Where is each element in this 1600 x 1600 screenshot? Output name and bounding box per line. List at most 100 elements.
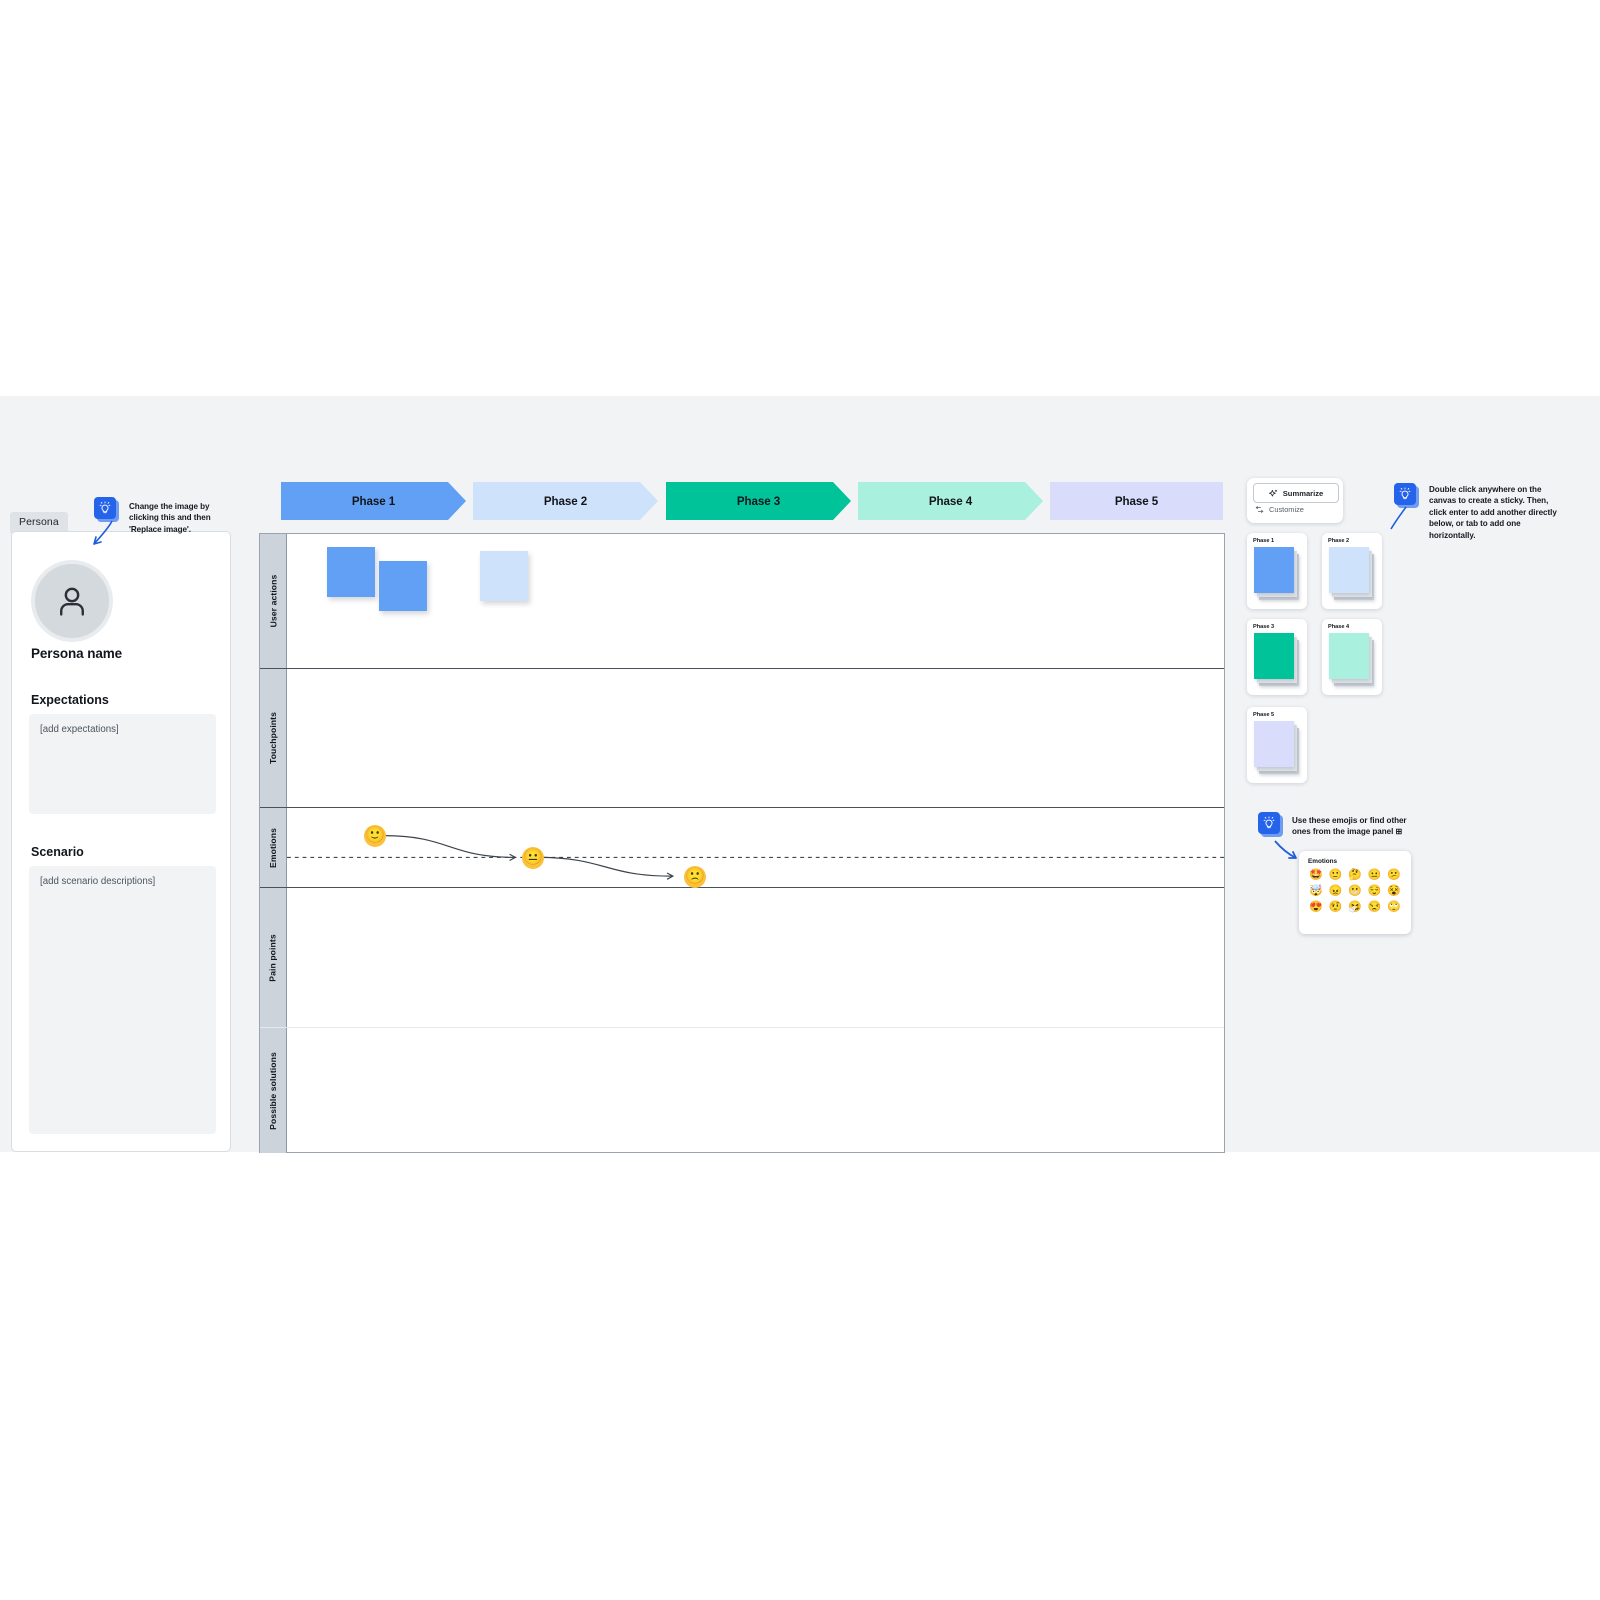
row-body[interactable] [287,669,1224,807]
emoji-option-15[interactable]: 🙄 [1385,900,1403,915]
emoji-option-3[interactable]: 🤔 [1346,868,1364,883]
lightbulb-icon [99,501,111,514]
palette-card-label: Phase 5 [1253,712,1275,718]
row-label-possible-solutions: Possible solutions [260,1028,287,1153]
palette-sticky [1254,547,1294,593]
row-label-text: Possible solutions [268,1051,279,1130]
emoji-panel[interactable]: Emotions 🤩 🙂 🤔 😐 😕 🤯 😠 😬 😌 😵 😍 🤨 🤧 😒 🙄 [1299,851,1411,934]
row-label-touchpoints: Touchpoints [260,669,287,807]
emoji-option-7[interactable]: 😠 [1326,884,1344,899]
emoji-option-14[interactable]: 😒 [1365,900,1383,915]
emoji-option-8[interactable]: 😬 [1346,884,1364,899]
emotion-emoji-positive[interactable]: 🙂 [364,825,386,847]
emoji-option-4[interactable]: 😐 [1365,868,1383,883]
journey-row-user-actions[interactable]: User actions [260,534,1224,669]
sparkle-icon [1268,489,1277,497]
customize-button[interactable]: Customize [1255,505,1304,514]
palette-card-3[interactable]: Phase 3 [1247,619,1307,695]
phase-label: Phase 3 [736,494,781,508]
journey-row-pain-points[interactable]: Pain points [260,888,1224,1028]
journey-grid[interactable]: User actions Touchpoints Emotions 🙂 😐 🙁 Pain p… [259,533,1225,1153]
palette-sticky-stack[interactable] [1254,633,1299,686]
journey-row-touchpoints[interactable]: Touchpoints [260,669,1224,808]
lightbulb-icon-create-sticky[interactable] [1394,483,1416,505]
hint-arrow-use-emojis [1274,840,1297,859]
hint-text-replace-image: Change the image by clicking this and th… [129,502,211,534]
row-body[interactable] [287,1028,1224,1153]
phase-header-3[interactable]: Phase 3 [666,482,851,520]
lightbulb-icon-use-emojis[interactable] [1258,812,1280,834]
row-label-text: Emotions [268,827,279,868]
row-label-pain-points: Pain points [260,888,287,1027]
phase-header-4[interactable]: Phase 4 [858,482,1043,520]
phase-header-1[interactable]: Phase 1 [281,482,466,520]
person-icon [60,587,84,616]
palette-sticky [1254,633,1294,679]
palette-sticky-stack[interactable] [1254,547,1299,600]
journey-row-emotions[interactable]: Emotions 🙂 😐 🙁 [260,808,1224,888]
emoji-panel-title: Emotions [1308,858,1338,865]
palette-sticky [1254,721,1294,767]
emoji-option-2[interactable]: 🙂 [1326,868,1344,883]
lightbulb-icon-replace-image[interactable] [94,497,116,519]
row-body[interactable] [287,888,1224,1027]
journey-row-possible-solutions[interactable]: Possible solutions [260,1028,1224,1153]
row-body[interactable] [287,534,1224,668]
summarize-panel: Summarize Customize [1247,478,1343,523]
palette-card-4[interactable]: Phase 4 [1322,619,1382,695]
emoji-option-1[interactable]: 🤩 [1307,868,1325,883]
expectations-heading: Expectations [31,693,109,707]
phase-label: Phase 1 [351,494,396,508]
hint-text-use-emojis: Use these emojis or find other ones from… [1292,816,1407,837]
emoji-option-10[interactable]: 😵 [1385,884,1403,899]
emoji-option-13[interactable]: 🤧 [1346,900,1364,915]
palette-sticky [1329,547,1369,593]
emoji-option-11[interactable]: 😍 [1307,900,1325,915]
row-label-text: Pain points [268,933,279,982]
palette-card-label: Phase 1 [1253,538,1275,544]
emotion-arrowhead [666,872,675,880]
hint-arrow-create-sticky [1390,506,1407,530]
palette-card-label: Phase 4 [1328,624,1350,630]
row-label-text: User actions [268,574,279,628]
emoji-grid[interactable]: 🤩 🙂 🤔 😐 😕 🤯 😠 😬 😌 😵 😍 🤨 🤧 😒 🙄 [1307,868,1403,915]
scenario-heading: Scenario [31,845,84,859]
phase-label: Phase 4 [928,494,973,508]
customize-label: Customize [1269,505,1304,514]
emoji-option-6[interactable]: 🤯 [1307,884,1325,899]
expectations-field[interactable]: [add expectations] [29,714,216,814]
palette-card-2[interactable]: Phase 2 [1322,533,1382,609]
sticky-note[interactable] [379,561,427,611]
palette-sticky-stack[interactable] [1329,547,1374,600]
phase-header-5[interactable]: Phase 5 [1050,482,1223,520]
avatar[interactable] [31,560,113,642]
emotion-arrowhead [509,853,517,862]
emotion-segment [537,856,672,877]
palette-sticky [1329,633,1369,679]
sticky-note[interactable] [327,547,375,597]
emotion-emoji-neutral[interactable]: 😐 [522,847,544,869]
lightbulb-icon [1399,487,1411,500]
palette-sticky-stack[interactable] [1329,633,1374,686]
palette-card-5[interactable]: Phase 5 [1247,707,1307,783]
emoji-option-9[interactable]: 😌 [1365,884,1383,899]
palette-card-1[interactable]: Phase 1 [1247,533,1307,609]
hint-text-create-sticky: Double click anywhere on the canvas to c… [1429,485,1557,540]
scenario-field[interactable]: [add scenario descriptions] [29,866,216,1134]
emoji-option-12[interactable]: 🤨 [1326,900,1344,915]
palette-sticky-stack[interactable] [1254,721,1299,774]
persona-name[interactable]: Persona name [31,646,122,661]
sliders-icon [1255,506,1264,513]
emotion-emoji-negative[interactable]: 🙁 [684,866,706,888]
persona-tag[interactable]: Persona [10,512,68,533]
row-label-user-actions: User actions [260,534,287,668]
emoji-option-5[interactable]: 😕 [1385,868,1403,883]
summarize-button[interactable]: Summarize [1253,483,1339,503]
sticky-note[interactable] [480,551,528,601]
phase-header-2[interactable]: Phase 2 [473,482,658,520]
phase-label: Phase 2 [543,494,588,508]
row-body[interactable]: 🙂 😐 🙁 [287,808,1224,888]
emotion-segment [384,835,515,858]
persona-card[interactable]: Persona name Expectations [add expectati… [11,531,231,1152]
lightbulb-icon [1263,816,1275,829]
